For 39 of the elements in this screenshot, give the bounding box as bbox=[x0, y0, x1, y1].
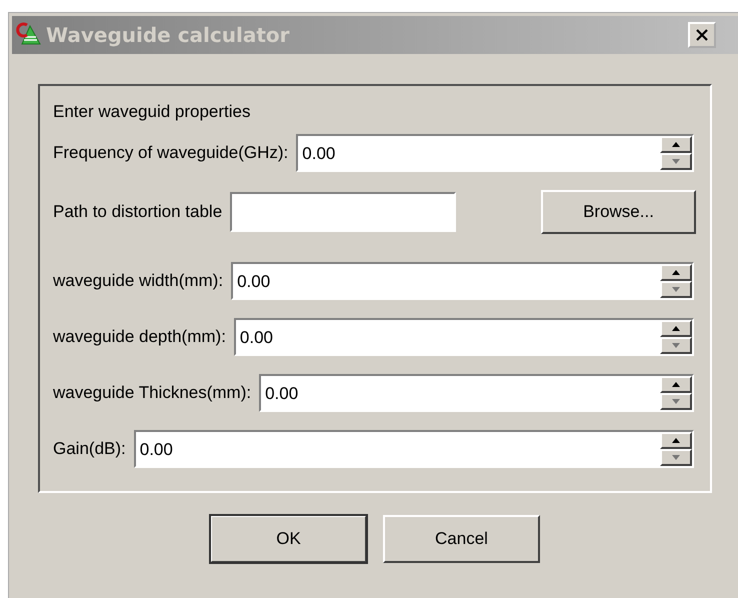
spin-down-button[interactable] bbox=[660, 393, 692, 410]
up-arrow-icon bbox=[672, 142, 680, 147]
spin-down-button[interactable] bbox=[660, 449, 692, 466]
spin-up-button[interactable] bbox=[660, 264, 692, 281]
dialog-button[interactable]: OK bbox=[210, 515, 367, 563]
spin-down-button[interactable] bbox=[660, 337, 692, 354]
up-arrow-icon bbox=[672, 382, 680, 387]
browse-button[interactable]: Browse... bbox=[541, 190, 696, 234]
field-label: Frequency of waveguide(GHz): bbox=[53, 143, 288, 163]
down-arrow-icon bbox=[672, 343, 680, 348]
spin-up-button[interactable] bbox=[660, 320, 692, 337]
field-label: waveguide Thicknes(mm): bbox=[53, 383, 252, 403]
spin-down-button[interactable] bbox=[660, 153, 692, 170]
spin-up-button[interactable] bbox=[660, 136, 692, 153]
spin-down-button[interactable] bbox=[660, 281, 692, 298]
up-arrow-icon bbox=[672, 270, 680, 275]
field-label: Path to distortion table bbox=[53, 202, 222, 222]
dialog-button[interactable]: Cancel bbox=[383, 515, 540, 563]
field-label: Gain(dB): bbox=[53, 439, 126, 459]
up-arrow-icon bbox=[672, 326, 680, 331]
group-heading: Enter waveguid properties bbox=[53, 102, 252, 122]
path-field[interactable] bbox=[230, 192, 456, 232]
spin-up-button[interactable] bbox=[660, 432, 692, 449]
spin-box[interactable]: 0.00 bbox=[234, 318, 694, 356]
close-icon bbox=[695, 28, 709, 42]
spin-box[interactable]: 0.00 bbox=[259, 374, 694, 412]
down-arrow-icon bbox=[672, 287, 680, 292]
spin-box[interactable]: 0.00 bbox=[296, 134, 694, 172]
close-button[interactable] bbox=[688, 22, 716, 48]
field-label: waveguide depth(mm): bbox=[53, 327, 226, 347]
spin-box[interactable]: 0.00 bbox=[231, 262, 694, 300]
down-arrow-icon bbox=[672, 159, 680, 164]
field-label: waveguide width(mm): bbox=[53, 271, 224, 291]
down-arrow-icon bbox=[672, 399, 680, 404]
spin-up-button[interactable] bbox=[660, 376, 692, 393]
window-title: Waveguide calculator bbox=[46, 23, 291, 47]
down-arrow-icon bbox=[672, 455, 680, 460]
spin-box[interactable]: 0.00 bbox=[134, 430, 694, 468]
up-arrow-icon bbox=[672, 438, 680, 443]
